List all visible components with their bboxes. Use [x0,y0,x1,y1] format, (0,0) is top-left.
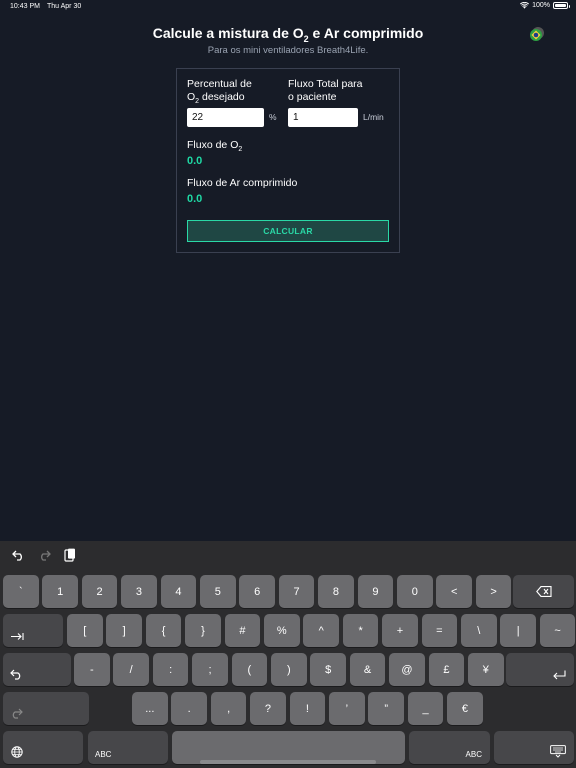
o2-percent-input[interactable] [187,108,264,127]
abc-key-right[interactable]: ABC [409,731,490,764]
key-row3-7[interactable]: & [349,653,386,686]
key-row1-5[interactable]: 5 [200,575,236,608]
key-row1-1[interactable]: 1 [42,575,78,608]
total-flow-label: Fluxo Total para o paciente [288,78,363,103]
key-row1-8[interactable]: 8 [318,575,354,608]
key-row4-7[interactable]: _ [407,692,444,725]
dismiss-keyboard-key[interactable] [494,731,574,764]
status-bar: 10:43 PM Thu Apr 30 100% [0,0,576,14]
key-row1-4[interactable]: 4 [160,575,197,608]
key-row2-5[interactable]: % [264,614,300,647]
undo-icon[interactable] [10,547,26,563]
key-row2-7[interactable]: * [342,614,379,647]
key-row4-2[interactable]: , [210,692,247,725]
key-row3-2[interactable]: : [152,653,189,686]
o2-percent-label: Percentual de O2 desejado [187,78,252,106]
key-row2-11[interactable]: | [500,614,536,647]
key-row1-6[interactable]: 6 [239,575,275,608]
battery-icon [553,2,570,9]
page-title: Calcule a mistura de O2 e Ar comprimido [152,25,424,44]
flow-unit: L/min [363,112,384,122]
redo-key[interactable] [3,692,89,725]
wifi-icon [520,2,530,9]
redo-key-icon [12,708,23,719]
percent-unit: % [269,112,277,122]
calculate-button[interactable]: CALCULAR [187,220,389,242]
key-row1-3[interactable]: 3 [121,575,157,608]
key-row2-8[interactable]: + [382,614,418,647]
paste-icon[interactable] [62,547,78,563]
key-row3-4[interactable]: ( [231,653,268,686]
tab-key[interactable] [3,614,63,647]
keyboard-toolbar [10,547,78,563]
key-row3-3[interactable]: ; [192,653,228,686]
key-row1-2[interactable]: 2 [81,575,118,608]
key-row4-4[interactable]: ! [289,692,326,725]
delete-key[interactable] [513,575,574,608]
key-row4-8[interactable]: € [447,692,483,725]
o2-flow-label: Fluxo de O2 [187,139,243,154]
key-row2-9[interactable]: = [421,614,458,647]
total-flow-input[interactable] [288,108,358,127]
return-key[interactable] [506,653,574,686]
keyboard: ` 1 2 3 4 5 6 7 8 9 0 < > []{} #% ^ * + = \ | ~ - /:;() $ & @ £ ¥ … [0,541,576,768]
o2-flow-value: 0.0 [187,155,203,167]
undo-key-icon [10,669,21,680]
key-row3-0[interactable]: - [74,653,110,686]
key-row2-6[interactable]: ^ [303,614,339,647]
globe-key[interactable] [3,731,83,764]
key-row3-5[interactable]: ) [271,653,307,686]
tab-icon [11,633,24,640]
key-row1-0[interactable]: ` [3,575,39,608]
key-row2-0[interactable]: [ [67,614,103,647]
key-row2-4[interactable]: # [224,614,261,647]
key-row1-11[interactable]: < [436,575,472,608]
key-row4-5[interactable]: ’ [329,692,365,725]
language-flag-button[interactable] [529,26,545,42]
key-row1-12[interactable]: > [475,575,512,608]
home-indicator [200,760,376,764]
key-row2-1[interactable]: ] [106,614,142,647]
key-row4-6[interactable]: ” [368,692,404,725]
air-flow-label: Fluxo de Ar comprimido [187,177,298,189]
air-flow-value: 0.0 [187,193,203,205]
page-subtitle: Para os mini ventiladores Breath4Life. [207,45,369,56]
key-row3-8[interactable]: @ [389,653,425,686]
key-row3-9[interactable]: £ [428,653,465,686]
key-row2-2[interactable]: { [145,614,182,647]
key-row2-3[interactable]: } [185,614,221,647]
globe-icon [11,746,23,758]
status-date: Thu Apr 30 [47,3,82,10]
key-row2-10[interactable]: \ [461,614,497,647]
delete-icon [535,586,552,597]
abc-key-left[interactable]: ABC [88,731,168,764]
key-row3-1[interactable]: / [113,653,149,686]
key-row1-9[interactable]: 9 [357,575,394,608]
key-row4-0[interactable]: ... [132,692,168,725]
key-row1-10[interactable]: 0 [397,575,433,608]
redo-icon[interactable] [36,547,52,563]
key-row1-7[interactable]: 7 [278,575,315,608]
brazil-flag-icon [530,27,544,41]
keyboard-dismiss-icon [550,745,566,758]
battery-percent: 100% [532,2,550,9]
status-time: 10:43 PM [10,3,40,10]
undo-key[interactable] [3,653,71,686]
status-right: 100% [520,2,570,9]
key-row2-12[interactable]: ~ [539,614,576,647]
calculator-card: Percentual de O2 desejado Fluxo Total pa… [176,68,400,253]
key-row3-10[interactable]: ¥ [468,653,504,686]
key-row4-1[interactable]: . [171,692,207,725]
key-row3-6[interactable]: $ [310,653,346,686]
return-icon [553,670,566,680]
key-row4-3[interactable]: ? [250,692,286,725]
